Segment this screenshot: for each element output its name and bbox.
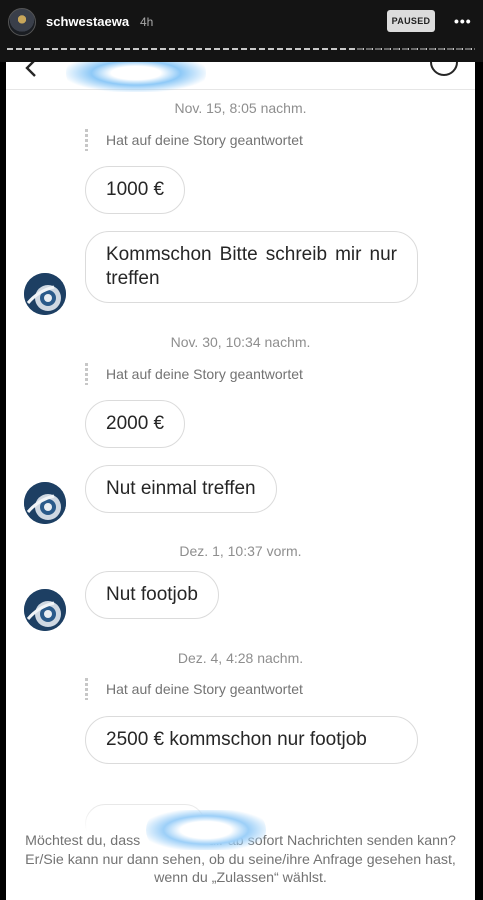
message-bubble[interactable]: 2500 € kommschon nur footjob xyxy=(85,716,418,764)
timestamp: Nov. 15, 8:05 nachm. xyxy=(174,100,307,116)
story-reply-note: Hat auf deine Story geantwortet xyxy=(106,132,303,148)
story-header: schwestaewa 4h PAUSED ••• xyxy=(0,0,483,62)
sender-avatar[interactable] xyxy=(24,589,66,631)
timestamp: Dez. 1, 10:37 vorm. xyxy=(179,543,302,559)
story-progress-bar xyxy=(7,48,475,50)
reply-indicator xyxy=(85,363,88,385)
message-bubble[interactable]: Nut einmal treffen xyxy=(85,465,277,513)
message-bubble[interactable]: Nut footjob xyxy=(85,571,219,619)
redacted-name xyxy=(146,810,266,850)
message-bubble[interactable]: Kommschon Bitte schreib mir nur treffen xyxy=(85,231,418,303)
redacted-name xyxy=(66,62,206,92)
story-reply-note: Hat auf deine Story geantwortet xyxy=(106,681,303,697)
timestamp: Nov. 30, 10:34 nachm. xyxy=(170,334,311,350)
chat-header xyxy=(6,62,475,92)
reply-indicator xyxy=(85,129,88,151)
chevron-left-icon[interactable] xyxy=(22,62,42,78)
story-avatar[interactable] xyxy=(8,8,36,36)
message-bubble[interactable]: 2000 € xyxy=(85,400,186,448)
message-bubble[interactable]: 1000 € xyxy=(85,166,186,214)
story-reply-note: Hat auf deine Story geantwortet xyxy=(106,366,303,382)
timestamp: Dez. 4, 4:28 nachm. xyxy=(177,650,304,666)
ellipsis-icon[interactable]: ••• xyxy=(454,14,472,28)
sender-avatar[interactable] xyxy=(24,273,66,315)
chat-screenshot: Nov. 15, 8:05 nachm. Hat auf deine Story… xyxy=(6,62,475,900)
reply-indicator xyxy=(85,678,88,700)
story-time: 4h xyxy=(140,15,154,29)
story-username[interactable]: schwestaewa xyxy=(46,14,129,29)
sender-avatar[interactable] xyxy=(24,482,66,524)
info-icon[interactable] xyxy=(430,62,458,76)
paused-badge: PAUSED xyxy=(387,10,435,32)
